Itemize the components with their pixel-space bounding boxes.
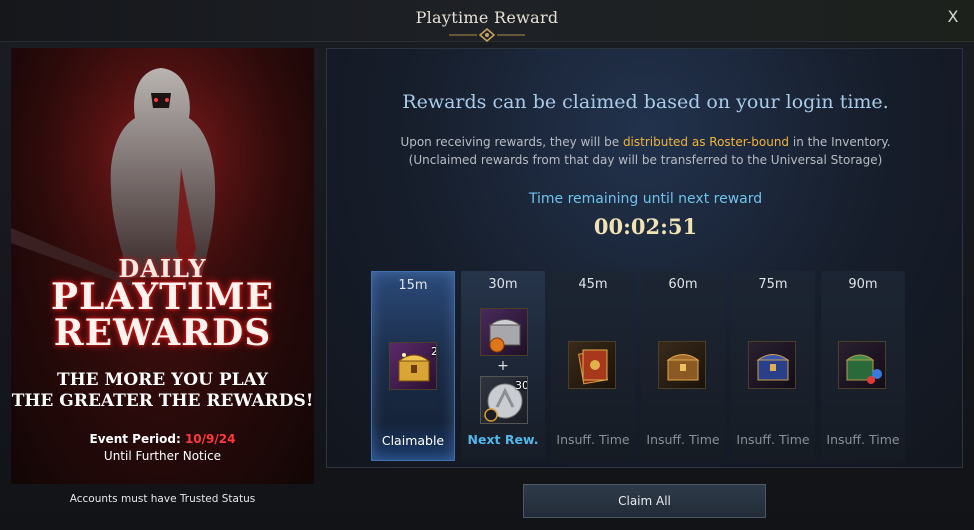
slot-time-label: 15m — [398, 278, 428, 293]
reward-panel: Rewards can be claimed based on your log… — [326, 48, 963, 468]
roster-bound-highlight: distributed as Roster-bound — [622, 135, 790, 149]
window-title: Playtime Reward — [415, 8, 559, 27]
event-banner: DAILY PLAYTIME REWARDS THE MORE YOU PLAY… — [11, 48, 314, 484]
slot-status: Insuff. Time — [736, 432, 810, 447]
event-period-label: Event Period: — [89, 432, 181, 446]
reward-slot-75m[interactable]: 75m Insuff. Time — [731, 271, 815, 461]
reward-slot-60m[interactable]: 60m Insuff. Time — [641, 271, 725, 461]
subline-1-post: in the Inventory. — [789, 135, 891, 149]
panel-subline-1: Upon receiving rewards, they will be dis… — [327, 135, 964, 149]
reward-slot-30m[interactable]: 30m + 30 Next Rew. — [461, 271, 545, 461]
plus-icon: + — [497, 358, 509, 374]
silver-chest-icon[interactable] — [480, 308, 528, 356]
slot-status: Claimable — [381, 433, 445, 448]
playtime-reward-window: Playtime Reward X DAILY PLAYTIME REWARDS… — [0, 0, 974, 530]
slot-status: Next Rew. — [467, 432, 539, 447]
banner-tagline-2: THE GREATER THE REWARDS! — [11, 391, 314, 411]
event-period-date: 10/9/24 — [184, 432, 236, 446]
item-quantity: 2 — [431, 345, 436, 358]
reward-slot-15m[interactable]: 15m 2 Claimable — [371, 271, 455, 461]
title-bar: Playtime Reward X — [0, 0, 974, 42]
panel-subline-2: (Unclaimed rewards from that day will be… — [408, 153, 883, 167]
bronze-chest-icon[interactable] — [658, 341, 706, 389]
subline-1-pre: Upon receiving rewards, they will be — [400, 135, 623, 149]
panel-headline: Rewards can be claimed based on your log… — [402, 91, 889, 113]
slot-status: Insuff. Time — [556, 432, 630, 447]
claim-all-button[interactable]: Claim All — [523, 484, 766, 518]
slot-time-label: 75m — [758, 277, 788, 292]
gold-chest-icon[interactable]: 2 — [389, 342, 437, 390]
slot-status: Insuff. Time — [826, 432, 900, 447]
slot-time-label: 30m — [488, 277, 518, 292]
banner-tagline-1: THE MORE YOU PLAY — [56, 370, 269, 390]
countdown-timer: 00:02:51 — [593, 214, 698, 239]
reward-slot-45m[interactable]: 45m Insuff. Time — [551, 271, 635, 461]
slot-time-label: 45m — [578, 277, 608, 292]
close-button[interactable]: X — [942, 6, 964, 28]
slot-time-label: 60m — [668, 277, 698, 292]
event-period: Event Period: 10/9/24 — [11, 432, 314, 446]
slot-status: Insuff. Time — [646, 432, 720, 447]
blue-chest-icon[interactable] — [748, 341, 796, 389]
card-pack-icon[interactable] — [568, 341, 616, 389]
item-quantity: 30 — [515, 379, 528, 392]
reward-slots: 15m 2 Claimable 30m + 30 Next — [371, 271, 909, 461]
title-ornament-icon — [449, 28, 525, 42]
slot-time-label: 90m — [848, 277, 878, 292]
green-chest-icon[interactable] — [838, 341, 886, 389]
banner-rewards-text: REWARDS — [53, 312, 272, 354]
reward-slot-90m[interactable]: 90m Insuff. Time — [821, 271, 905, 461]
time-remaining-label: Time remaining until next reward — [528, 191, 763, 207]
silver-coin-icon[interactable]: 30 — [480, 376, 528, 424]
trusted-status-note: Accounts must have Trusted Status — [69, 493, 256, 505]
event-until-text: Until Further Notice — [103, 449, 222, 463]
